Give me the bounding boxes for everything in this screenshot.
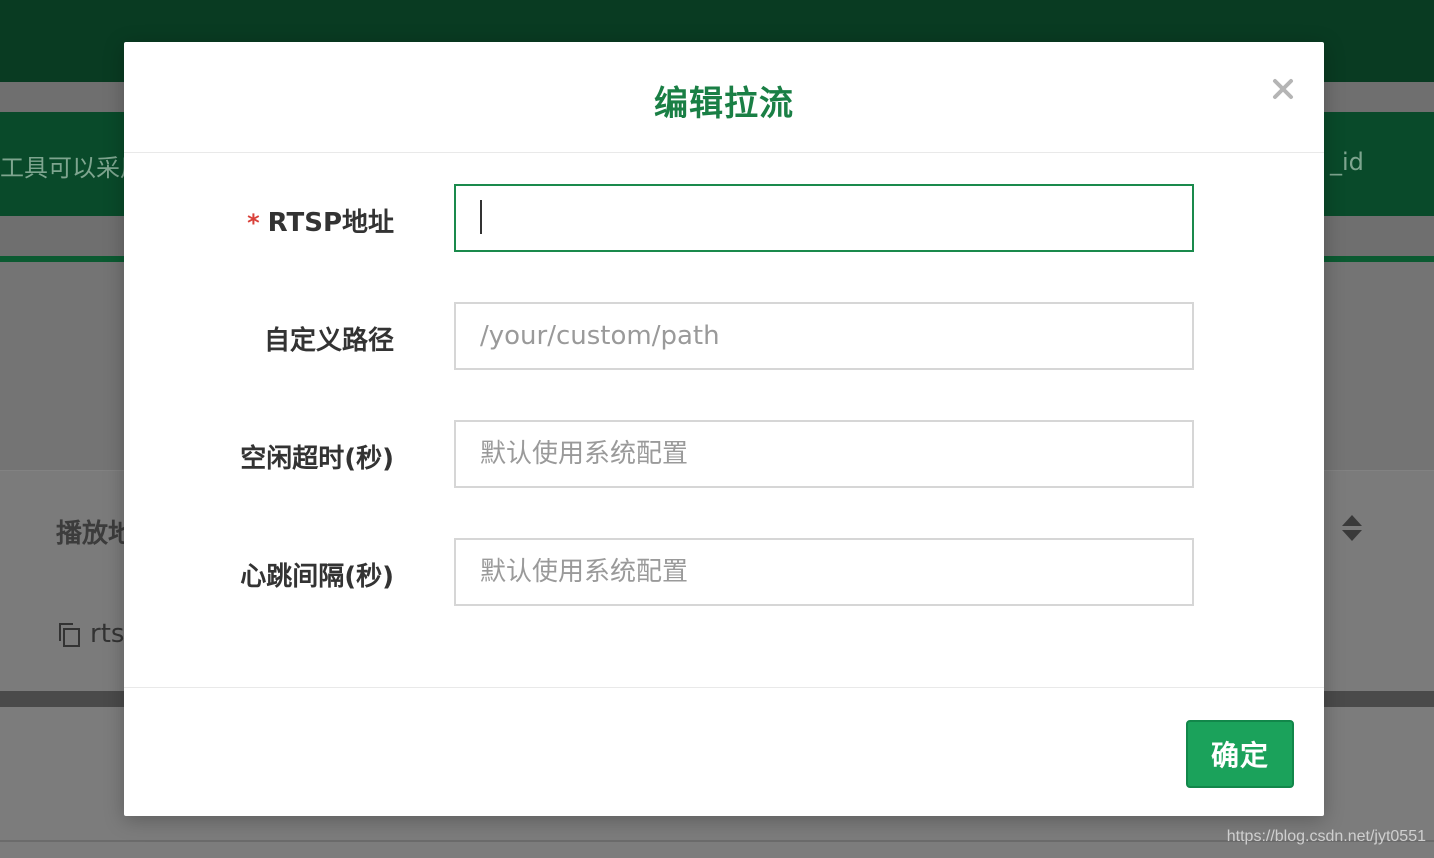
page: 工具可以采用 _id 播放地 rts 编辑拉流 * RTSP地址 自定义路径 /… bbox=[0, 0, 1434, 858]
background-row-cell: rts bbox=[56, 619, 124, 649]
required-marker: * bbox=[247, 209, 260, 237]
edit-stream-dialog: 编辑拉流 *RTSP地址 自定义路径 空闲超时(秒) 心跳间隔(秒) bbox=[124, 42, 1324, 816]
heartbeat-interval-input[interactable] bbox=[454, 538, 1194, 606]
dialog-title: 编辑拉流 bbox=[654, 84, 794, 124]
background-banner-right-text: _id bbox=[1330, 148, 1364, 176]
sort-icon bbox=[1342, 515, 1362, 541]
heartbeat-interval-label: 心跳间隔(秒) bbox=[240, 562, 394, 592]
form-row-custom-path: 自定义路径 bbox=[124, 302, 1324, 370]
idle-timeout-label: 空闲超时(秒) bbox=[240, 444, 394, 474]
form-row-rtsp-address: * RTSP地址 bbox=[124, 184, 1324, 252]
background-divider bbox=[0, 840, 1434, 842]
background-row-text: rts bbox=[90, 619, 125, 649]
background-column-label: 播放地 bbox=[56, 519, 135, 549]
watermark: https://blog.csdn.net/jyt0551 bbox=[1226, 828, 1426, 845]
text-caret bbox=[480, 200, 482, 234]
confirm-button[interactable]: 确定 bbox=[1186, 720, 1294, 788]
close-icon[interactable] bbox=[1268, 74, 1298, 104]
rtsp-address-label: * RTSP地址 bbox=[247, 202, 394, 239]
dialog-header: 编辑拉流 bbox=[124, 42, 1324, 153]
custom-path-input[interactable] bbox=[454, 302, 1194, 370]
rtsp-address-label-text: RTSP地址 bbox=[267, 208, 394, 238]
idle-timeout-input[interactable] bbox=[454, 420, 1194, 488]
rtsp-address-input[interactable] bbox=[454, 184, 1194, 252]
background-banner-text: 工具可以采用 bbox=[0, 154, 144, 182]
form-row-heartbeat-interval: 心跳间隔(秒) bbox=[124, 538, 1324, 606]
custom-path-label: 自定义路径 bbox=[263, 326, 394, 356]
dialog-form: *RTSP地址 自定义路径 空闲超时(秒) 心跳间隔(秒) bbox=[124, 153, 1324, 688]
form-row-idle-timeout: 空闲超时(秒) bbox=[124, 420, 1324, 488]
copy-icon bbox=[59, 622, 80, 647]
dialog-footer: 确定 bbox=[124, 688, 1324, 817]
